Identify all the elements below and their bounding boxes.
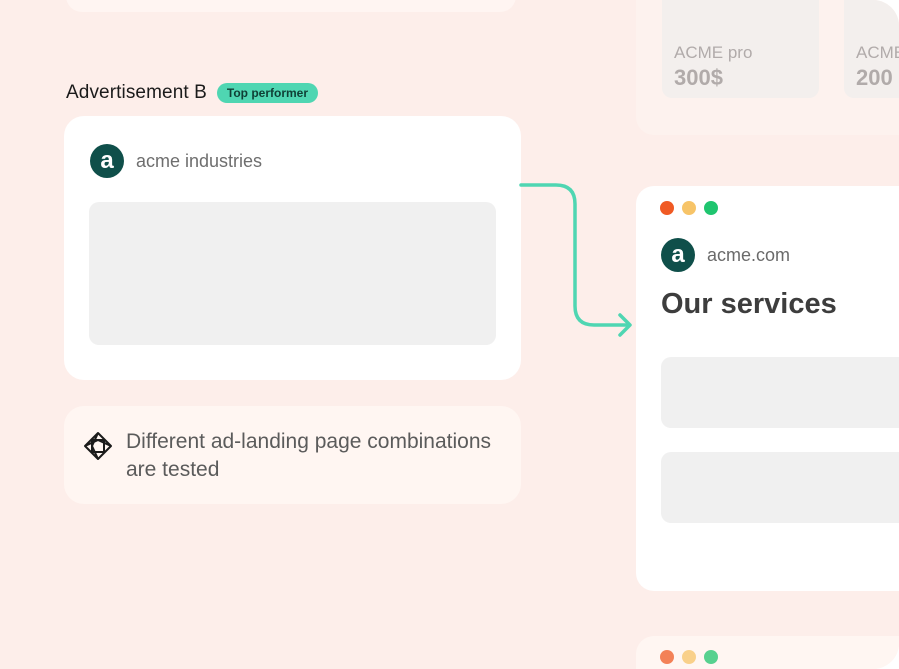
advertisement-title: Advertisement B bbox=[66, 82, 207, 103]
landing-page-window[interactable]: a acme.com Our services bbox=[636, 186, 899, 591]
service-placeholder bbox=[661, 357, 899, 428]
next-window-fragment bbox=[636, 636, 899, 669]
canvas: ACME pro 300$ ACME 200 Advertisement B T… bbox=[0, 0, 899, 669]
maximize-dot-icon[interactable] bbox=[704, 201, 718, 215]
pricing-card: ACME 200 bbox=[844, 0, 899, 98]
landing-brand: a acme.com bbox=[661, 238, 790, 272]
info-card: Different ad-landing page combinations a… bbox=[64, 406, 521, 504]
maximize-dot-icon bbox=[704, 650, 718, 664]
diamond-knot-icon bbox=[84, 432, 112, 460]
top-performer-badge: Top performer bbox=[216, 83, 319, 103]
close-dot-icon[interactable] bbox=[660, 201, 674, 215]
previous-card-fragment bbox=[66, 0, 516, 12]
pricing-plan-price: 300$ bbox=[674, 65, 723, 90]
service-placeholder bbox=[661, 452, 899, 523]
window-controls bbox=[660, 201, 718, 215]
window-controls bbox=[660, 650, 718, 664]
site-domain: acme.com bbox=[707, 244, 791, 265]
pricing-plan-name: ACME pro bbox=[674, 43, 753, 62]
connector-arrow-icon bbox=[519, 183, 632, 337]
close-dot-icon bbox=[660, 650, 674, 664]
pricing-plan-name: ACME bbox=[856, 43, 899, 62]
advertisement-header: Advertisement B Top performer bbox=[66, 82, 319, 104]
pricing-card: ACME pro 300$ bbox=[662, 0, 819, 98]
minimize-dot-icon[interactable] bbox=[682, 201, 696, 215]
brand-avatar-icon: a bbox=[661, 238, 695, 272]
pricing-panel: ACME pro 300$ ACME 200 bbox=[636, 0, 899, 135]
ad-image-placeholder bbox=[89, 202, 496, 345]
page-heading: Our services bbox=[661, 288, 837, 320]
info-text: Different ad-landing page combinations a… bbox=[126, 430, 492, 481]
minimize-dot-icon bbox=[682, 650, 696, 664]
ad-brand: a acme industries bbox=[90, 144, 262, 178]
pricing-plan-price: 200 bbox=[856, 65, 893, 90]
brand-avatar-icon: a bbox=[90, 144, 124, 178]
advertisement-card[interactable]: a acme industries bbox=[64, 116, 521, 380]
brand-name: acme industries bbox=[136, 150, 263, 171]
